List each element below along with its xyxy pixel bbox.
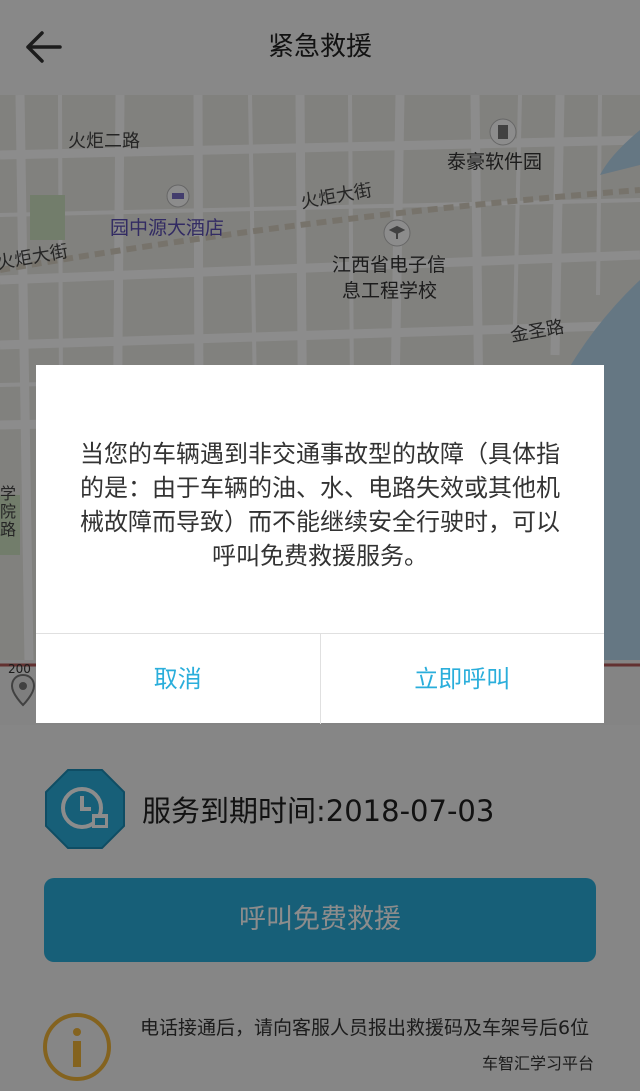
dialog-message: 当您的车辆遇到非交通事故型的故障（具体指的是：由于车辆的油、水、电路失效或其他机… <box>80 440 560 570</box>
call-now-button[interactable]: 立即呼叫 <box>319 634 605 724</box>
dialog-actions: 取消 立即呼叫 <box>36 633 604 724</box>
cancel-button[interactable]: 取消 <box>36 634 320 724</box>
rescue-dialog: 当您的车辆遇到非交通事故型的故障（具体指的是：由于车辆的油、水、电路失效或其他机… <box>36 365 604 724</box>
